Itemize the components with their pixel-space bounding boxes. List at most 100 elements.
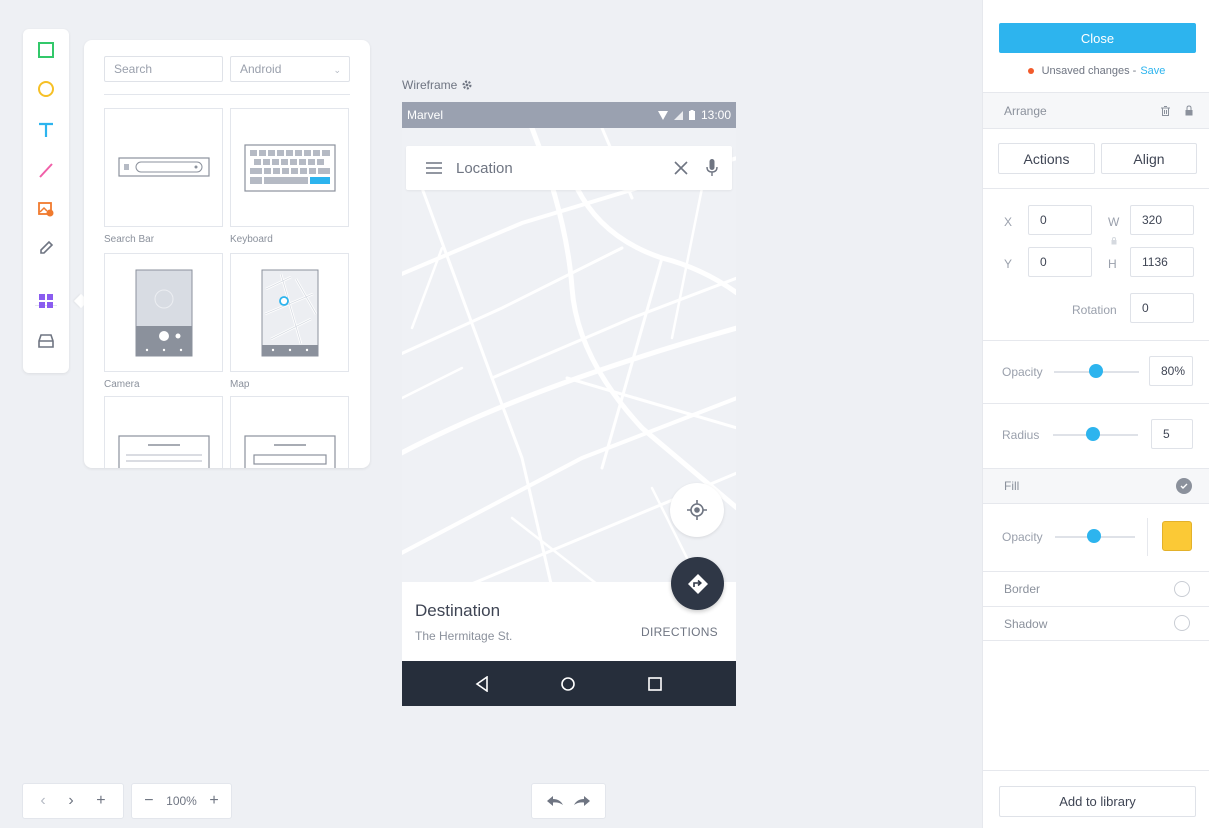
status-time: 13:00 (700, 108, 731, 122)
location-search-bar[interactable]: Location (406, 146, 732, 190)
actions-align-section: Actions Align (983, 128, 1209, 188)
zoom-controls: − 100% + (131, 783, 232, 819)
status-bar: Marvel 13:00 (402, 102, 736, 128)
shadow-toggle[interactable] (1174, 615, 1190, 631)
aspect-lock-icon[interactable] (1111, 237, 1117, 245)
close-icon[interactable] (674, 161, 688, 175)
lock-icon[interactable] (1185, 105, 1193, 116)
fill-options-section: Opacity (983, 503, 1209, 571)
android-nav-bar (402, 661, 736, 706)
text-icon (39, 122, 53, 137)
pencil-tool[interactable] (23, 231, 69, 265)
library-item-label: Camera (104, 379, 140, 390)
shadow-label: Shadow (1004, 617, 1048, 631)
library-item-label: Keyboard (230, 234, 273, 245)
h-label: H (1108, 257, 1117, 271)
add-screen-button[interactable]: + (96, 792, 105, 810)
directions-button[interactable] (671, 557, 724, 610)
library-item-keyboard[interactable] (230, 108, 349, 227)
rectangle-icon (38, 42, 54, 58)
battery-icon (688, 110, 695, 120)
arrange-section-header: Arrange (983, 92, 1209, 128)
x-input[interactable]: 0 (1028, 205, 1092, 235)
next-screen-button[interactable]: › (68, 792, 73, 810)
library-item-input-dialog[interactable] (230, 396, 349, 468)
rectangle-tool[interactable] (23, 33, 69, 67)
component-library-panel: Search Android ⌄ Search Bar Keyboard Cam… (84, 40, 370, 468)
ellipse-tool[interactable] (23, 72, 69, 106)
map-thumbnail-icon (261, 269, 318, 356)
opacity-label: Opacity (1002, 365, 1043, 379)
location-search-text: Location (456, 159, 513, 177)
my-location-button[interactable] (670, 483, 724, 537)
gear-icon[interactable] (461, 79, 473, 91)
crosshair-icon (687, 500, 707, 520)
fill-enabled-toggle[interactable] (1176, 478, 1192, 494)
undo-icon[interactable] (546, 795, 564, 807)
library-search-input[interactable]: Search (104, 56, 223, 82)
close-button[interactable]: Close (999, 23, 1196, 53)
library-item-label: Map (230, 379, 250, 390)
library-item-search-bar[interactable] (104, 108, 223, 227)
recents-square-icon[interactable] (647, 676, 663, 692)
fill-opacity-label: Opacity (1002, 530, 1043, 544)
unsaved-dot-icon (1027, 68, 1034, 74)
library-item-map[interactable] (230, 253, 349, 372)
screen-navigation-controls: ‹ › + (22, 783, 124, 819)
components-tool[interactable] (23, 284, 69, 318)
actions-button[interactable]: Actions (998, 143, 1095, 174)
trash-icon[interactable] (1161, 106, 1170, 116)
directions-link[interactable]: DIRECTIONS (641, 625, 718, 639)
fill-divider (1147, 518, 1148, 556)
library-divider (104, 94, 350, 95)
destination-title: Destination (415, 601, 501, 620)
radius-input[interactable]: 5 (1151, 419, 1193, 449)
redo-icon[interactable] (573, 795, 591, 807)
tool-palette (23, 29, 69, 373)
y-label: Y (1004, 257, 1013, 271)
search-bar-thumbnail-icon (117, 156, 210, 177)
android-wireframe-screen[interactable]: Marvel 13:00 Location Destination The He… (402, 102, 736, 706)
zoom-in-button[interactable]: + (209, 792, 218, 810)
library-tool[interactable] (23, 324, 69, 358)
y-input[interactable]: 0 (1028, 247, 1092, 277)
image-icon (38, 202, 54, 217)
add-to-library-button[interactable]: Add to library (999, 786, 1196, 817)
zoom-out-button[interactable]: − (144, 792, 153, 810)
image-tool[interactable] (23, 192, 69, 226)
fill-opacity-slider-handle[interactable] (1087, 529, 1101, 543)
library-icon (38, 334, 54, 348)
align-button[interactable]: Align (1101, 143, 1197, 174)
save-link[interactable]: Save (1140, 65, 1165, 77)
radius-slider-handle[interactable] (1086, 427, 1100, 441)
check-icon (1180, 483, 1188, 489)
microphone-icon[interactable] (706, 159, 718, 177)
line-tool[interactable] (23, 153, 69, 187)
fill-color-swatch[interactable] (1162, 521, 1192, 551)
width-input[interactable]: 320 (1130, 205, 1194, 235)
library-item-camera[interactable] (104, 253, 223, 372)
library-item-dialog[interactable] (104, 396, 223, 468)
rotation-input[interactable]: 0 (1130, 293, 1194, 323)
dialog-thumbnail-icon (117, 435, 210, 468)
text-tool[interactable] (23, 113, 69, 147)
radius-label: Radius (1002, 428, 1040, 442)
wireframe-title: Wireframe (402, 78, 458, 92)
height-input[interactable]: 1136 (1130, 247, 1194, 277)
footer-divider (983, 770, 1209, 771)
border-section: Border (983, 571, 1209, 606)
previous-screen-button[interactable]: ‹ (40, 792, 45, 810)
keyboard-thumbnail-icon (243, 143, 336, 192)
platform-select[interactable]: Android ⌄ (230, 56, 350, 82)
home-circle-icon[interactable] (560, 676, 576, 692)
back-triangle-icon[interactable] (475, 675, 489, 692)
platform-select-value: Android (240, 62, 282, 76)
radius-section: Radius 5 (983, 403, 1209, 468)
opacity-slider-handle[interactable] (1089, 364, 1103, 378)
shadow-section: Shadow (983, 606, 1209, 641)
border-toggle[interactable] (1174, 581, 1190, 597)
opacity-input[interactable]: 80% (1149, 356, 1193, 386)
wireframe-label[interactable]: Wireframe (402, 78, 473, 92)
rotation-label: Rotation (1072, 303, 1117, 317)
hamburger-menu-icon[interactable] (426, 162, 442, 174)
